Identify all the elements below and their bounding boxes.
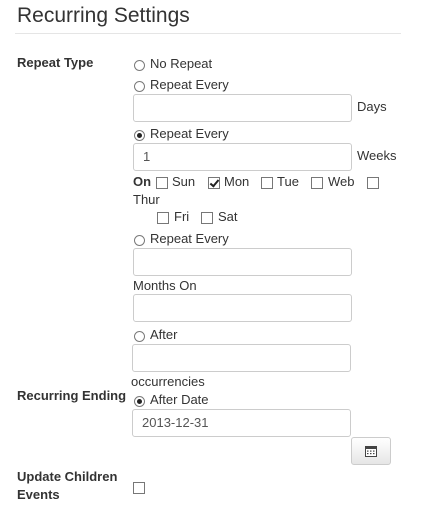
repeat-weeks-label: Repeat Every xyxy=(150,126,229,141)
after-date-radio[interactable] xyxy=(134,396,145,407)
sun-label: Sun xyxy=(172,174,196,189)
repeat-months-input[interactable] xyxy=(133,248,352,276)
repeat-days-input[interactable] xyxy=(133,94,352,122)
sat-label: Sat xyxy=(218,209,238,224)
mon-checkbox[interactable] xyxy=(208,177,220,189)
after-date-label: After Date xyxy=(150,392,209,407)
tue-label: Tue xyxy=(277,174,299,189)
update-children-label: Update Children Events xyxy=(17,469,118,502)
after-input[interactable] xyxy=(132,344,351,372)
repeat-type-label: Repeat Type xyxy=(17,55,94,70)
tue-checkbox[interactable] xyxy=(261,177,273,189)
page-title: Recurring Settings xyxy=(17,4,190,27)
repeat-weeks-radio[interactable] xyxy=(134,130,145,141)
weeks-unit-label: Weeks xyxy=(357,148,397,163)
thur-label: Thur xyxy=(133,192,160,207)
months-on-input[interactable] xyxy=(133,294,352,322)
calendar-button[interactable] xyxy=(351,437,391,465)
after-label: After xyxy=(150,327,178,342)
no-repeat-label: No Repeat xyxy=(150,56,213,71)
after-radio[interactable] xyxy=(134,331,145,342)
days-unit-label: Days xyxy=(357,99,387,114)
repeat-weeks-input[interactable]: 1 xyxy=(133,143,352,171)
calendar-icon xyxy=(365,446,377,457)
fri-label: Fri xyxy=(174,209,190,224)
on-label: On xyxy=(133,174,152,189)
repeat-months-label: Repeat Every xyxy=(150,231,229,246)
repeat-days-label: Repeat Every xyxy=(150,77,229,92)
occurrencies-label: occurrencies xyxy=(131,374,205,389)
sun-checkbox[interactable] xyxy=(156,177,168,189)
wed-checkbox[interactable] xyxy=(311,177,323,189)
wed-label: Web xyxy=(328,174,355,189)
repeat-days-radio[interactable] xyxy=(134,81,145,92)
months-on-label: Months On xyxy=(133,278,197,293)
fri-checkbox[interactable] xyxy=(157,212,169,224)
sat-checkbox[interactable] xyxy=(201,212,213,224)
repeat-months-radio[interactable] xyxy=(134,235,145,246)
title-divider xyxy=(15,33,401,34)
thur-checkbox[interactable] xyxy=(367,177,379,189)
recurring-ending-label: Recurring Ending xyxy=(17,388,127,403)
mon-label: Mon xyxy=(224,174,250,189)
no-repeat-radio[interactable] xyxy=(134,60,145,71)
after-date-input[interactable]: 2013-12-31 xyxy=(132,409,351,437)
update-children-checkbox[interactable] xyxy=(133,482,145,494)
